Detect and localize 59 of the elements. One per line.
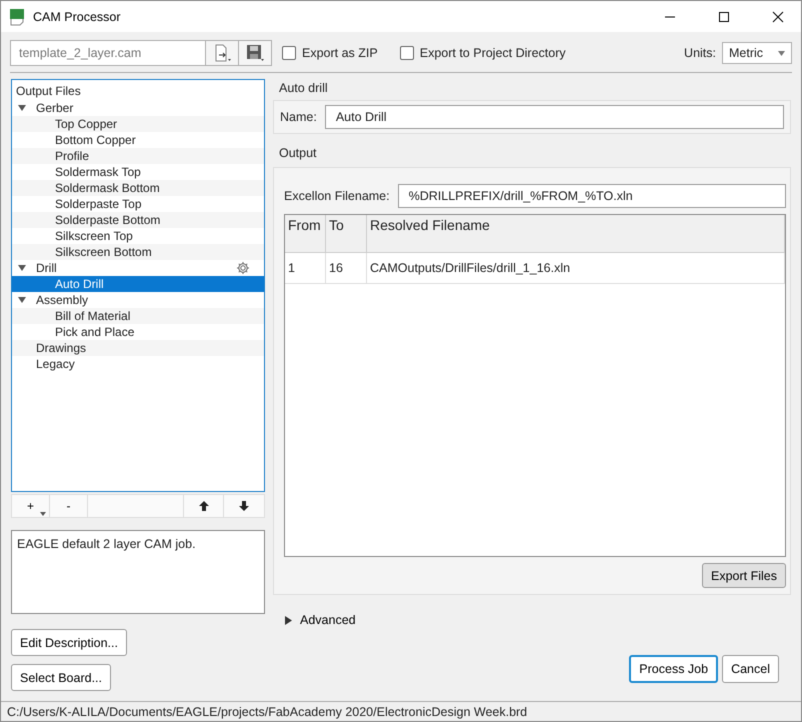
tree-item[interactable]: Gerber (12, 100, 264, 116)
tree-item[interactable]: Legacy (12, 356, 264, 372)
name-field[interactable]: Auto Drill (324, 105, 784, 129)
tree-item[interactable]: Drill (12, 260, 264, 276)
section-title: Auto drill (278, 80, 329, 97)
save-icon[interactable] (245, 43, 265, 63)
tree-item[interactable]: Top Copper (12, 116, 264, 132)
tree-item[interactable]: Silkscreen Bottom (12, 244, 264, 260)
maximize-icon[interactable] (718, 10, 730, 22)
tree-item[interactable]: Pick and Place (12, 324, 264, 340)
status-bar: C:/Users/K-ALILA/Documents/EAGLE/projects/FabAcademy 2020/ElectronicDesign Week.brd (1, 701, 801, 721)
column-header[interactable]: To (326, 215, 366, 252)
tree-item[interactable]: Solderpaste Top (12, 196, 264, 212)
description-box: EAGLE default 2 layer CAM job. (11, 530, 265, 614)
up-arrow-icon[interactable] (198, 500, 210, 512)
tree-header: Output Files (15, 83, 82, 100)
tree-item[interactable]: Soldermask Top (12, 164, 264, 180)
export-files-button[interactable]: Export Files (702, 563, 786, 588)
section-title: Output (278, 145, 318, 162)
tree-item[interactable]: Profile (12, 148, 264, 164)
dropdown-arrow-icon[interactable] (778, 50, 785, 56)
name-label: Name: (280, 110, 317, 124)
filename-field[interactable]: %DRILLPREFIX/drill_%FROM_%TO.xln (398, 184, 786, 208)
dialog-button[interactable]: Edit Description... (11, 629, 127, 656)
table-cell: 1 (285, 252, 326, 284)
units-label: Units: (684, 46, 716, 60)
gear-icon[interactable] (236, 261, 250, 275)
tree-item[interactable]: Bottom Copper (12, 132, 264, 148)
tree-item[interactable]: Solderpaste Bottom (12, 212, 264, 228)
expand-arrow-icon[interactable] (18, 105, 26, 111)
down-arrow-icon[interactable] (238, 500, 250, 512)
tree-item[interactable]: Drawings (12, 340, 264, 356)
filename-label: Excellon Filename: (284, 189, 390, 203)
tree-item[interactable]: Silkscreen Top (12, 228, 264, 244)
window-title: CAM Processor (33, 10, 122, 24)
tree-item[interactable]: Soldermask Bottom (12, 180, 264, 196)
table-cell: 16 (326, 252, 366, 284)
close-icon[interactable] (772, 10, 784, 22)
tree-item[interactable]: Auto Drill (12, 276, 264, 292)
remove-button[interactable]: - (50, 495, 88, 518)
add-button[interactable]: + (12, 495, 50, 518)
caret-icon[interactable] (40, 512, 46, 516)
app-icon (9, 8, 25, 26)
expand-arrow-icon[interactable] (18, 297, 26, 303)
dialog-button[interactable]: Select Board... (11, 664, 111, 691)
dialog-button[interactable]: Cancel (722, 655, 779, 683)
table-cell: CAMOutputs/DrillFiles/drill_1_16.xln (366, 252, 784, 284)
units-dropdown[interactable]: Metric (722, 42, 792, 64)
column-header[interactable]: From (285, 215, 326, 252)
checkbox[interactable]: Export to Project Directory (400, 46, 566, 60)
tree-item[interactable]: Bill of Material (12, 308, 264, 324)
expand-arrow-icon[interactable] (18, 265, 26, 271)
column-header[interactable]: Resolved Filename (366, 215, 784, 252)
tree-item[interactable]: Assembly (12, 292, 264, 308)
checkbox[interactable]: Export as ZIP (282, 46, 378, 60)
job-file-field[interactable]: template_2_layer.cam (10, 40, 272, 66)
advanced-toggle[interactable]: Advanced (273, 612, 362, 628)
dialog-button[interactable]: Process Job (629, 655, 718, 683)
expand-arrow-icon[interactable] (285, 616, 292, 624)
